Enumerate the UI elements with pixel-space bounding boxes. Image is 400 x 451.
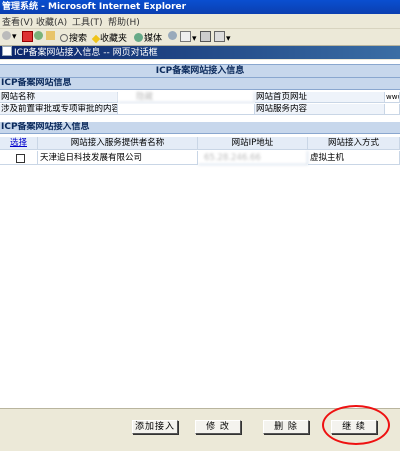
method-column-header: 网站接入方式 — [308, 137, 400, 150]
browser-title-bar: 管理系统 - Microsoft Internet Explorer — [0, 0, 400, 14]
row-checkbox[interactable] — [16, 154, 25, 163]
dialog-title: ICP备案网站接入信息 -- 网页对话框 — [14, 48, 158, 58]
table-row-select-cell — [0, 151, 38, 165]
site-name-label: 网站名称 — [0, 92, 118, 103]
page-heading: ICP备案网站接入信息 — [0, 64, 400, 78]
provider-column-header: 网站接入服务提供者名称 — [38, 137, 198, 150]
search-icon — [60, 34, 68, 42]
menu-favorites[interactable]: 收藏(A) — [36, 15, 67, 28]
site-info-section-header: ICP备案网站信息 — [0, 78, 400, 90]
ip-cell: 65.28.246.66 — [198, 151, 308, 165]
favorites-label: 收藏夹 — [100, 34, 128, 44]
access-info-section-header: ICP备案网站接入信息 — [0, 122, 400, 134]
continue-button[interactable]: 继 续 — [331, 420, 377, 434]
edit-page-icon[interactable]: ▾ — [214, 31, 231, 44]
dialog-content: ICP备案网站接入信息 ICP备案网站信息 网站名称 隐藏 网站首页网址 www… — [0, 60, 400, 408]
media-icon — [134, 33, 143, 42]
history-icon[interactable] — [168, 31, 178, 42]
service-content-label: 网站服务内容 — [255, 104, 385, 115]
delete-button[interactable]: 删 除 — [263, 420, 309, 434]
mail-button[interactable]: ▾ — [180, 31, 197, 44]
service-content-value — [385, 104, 400, 115]
search-button[interactable]: 搜索 — [60, 31, 87, 44]
dialog-footer: 添加接入 修 改 删 除 继 续 — [0, 408, 400, 451]
refresh-icon[interactable] — [34, 31, 44, 42]
prereview-content-label: 涉及前置审批或专项审批的内容 — [0, 104, 118, 115]
stop-icon[interactable] — [22, 31, 34, 44]
menu-tools[interactable]: 工具(T) — [72, 15, 103, 28]
media-button[interactable]: 媒体 — [134, 31, 162, 44]
star-icon — [91, 34, 101, 44]
menu-bar: 查看(V) 收藏(A) 工具(T) 帮助(H) — [0, 14, 400, 29]
print-icon[interactable] — [200, 31, 212, 44]
forward-button[interactable]: ▾ — [2, 31, 17, 42]
site-name-value: 隐藏 — [118, 92, 255, 103]
prereview-content-value — [118, 104, 255, 115]
dialog-title-bar: ICP备案网站接入信息 -- 网页对话框 — [0, 46, 400, 59]
edit-button[interactable]: 修 改 — [195, 420, 241, 434]
menu-view[interactable]: 查看(V) — [2, 15, 33, 28]
site-homepage-value: www — [385, 92, 400, 103]
media-label: 媒体 — [144, 34, 163, 44]
window-title: 管理系统 - Microsoft Internet Explorer — [2, 2, 187, 12]
site-homepage-label: 网站首页网址 — [255, 92, 385, 103]
home-icon[interactable] — [46, 31, 56, 42]
favorites-button[interactable]: 收藏夹 — [91, 31, 128, 44]
arrow-right-icon — [2, 31, 11, 40]
toolbar: ▾ 搜索 收藏夹 媒体 ▾ ▾ — [0, 29, 400, 46]
menu-help[interactable]: 帮助(H) — [108, 15, 140, 28]
mail-icon — [180, 31, 191, 42]
ip-column-header: 网站IP地址 — [198, 137, 308, 150]
method-cell: 虚拟主机 — [308, 151, 400, 165]
select-column-header[interactable]: 选择 — [0, 137, 38, 150]
search-label: 搜索 — [69, 34, 88, 44]
page-icon — [2, 46, 12, 56]
add-access-button[interactable]: 添加接入 — [132, 420, 178, 434]
provider-cell: 天津追日科技发展有限公司 — [38, 151, 198, 165]
